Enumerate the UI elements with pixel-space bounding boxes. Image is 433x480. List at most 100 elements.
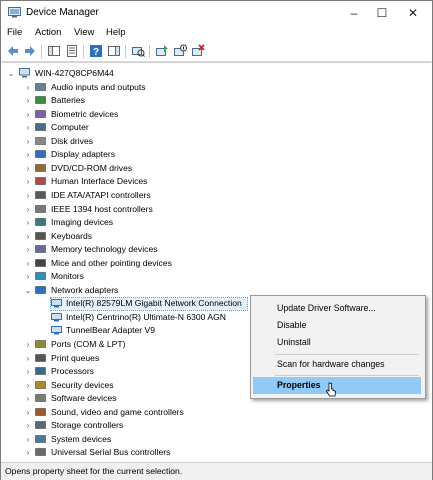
expand-chevron-icon[interactable]: › (24, 189, 32, 202)
update-driver-menu-item[interactable]: Update Driver Software... (253, 300, 421, 317)
device-category-icon (35, 231, 46, 240)
tree-category[interactable]: › Mice and other pointing devices (5, 257, 265, 270)
menu-action[interactable]: Action (35, 27, 61, 38)
tree-category-label: Mice and other pointing devices (51, 257, 172, 268)
tree-category[interactable]: › Keyboards (5, 230, 265, 243)
expand-chevron-icon[interactable]: › (24, 352, 32, 365)
forward-icon[interactable] (23, 44, 37, 58)
expand-chevron-icon[interactable]: › (24, 81, 32, 94)
context-menu: Update Driver Software... Disable Uninst… (250, 295, 426, 399)
menu-bar: File Action View Help (1, 25, 432, 42)
title-bar: Device Manager – ☐ ✕ (1, 1, 432, 25)
expand-chevron-icon[interactable]: › (24, 406, 32, 419)
collapse-chevron-icon[interactable]: ⌄ (24, 284, 32, 297)
toolbar-separator (41, 45, 42, 58)
expand-chevron-icon[interactable]: › (24, 108, 32, 121)
expand-chevron-icon[interactable]: › (24, 338, 32, 351)
tree-category[interactable]: › Audio inputs and outputs (5, 81, 265, 94)
tree-category-label: System devices (51, 433, 112, 444)
menu-help[interactable]: Help (106, 27, 126, 38)
tree-category[interactable]: › Universal Serial Bus controllers (5, 446, 265, 459)
expand-chevron-icon[interactable]: › (24, 257, 32, 270)
expand-chevron-icon[interactable]: › (24, 419, 32, 432)
show-hide-console-tree-icon[interactable] (47, 44, 61, 58)
expand-chevron-icon[interactable]: › (24, 446, 32, 459)
expand-chevron-icon[interactable]: › (24, 230, 32, 243)
collapse-chevron-icon[interactable]: ⌄ (7, 67, 15, 80)
uninstall-device-icon[interactable] (191, 44, 205, 58)
tree-category[interactable]: › Ports (COM & LPT) (5, 338, 265, 351)
tree-category-label: Print queues (51, 352, 100, 363)
expand-chevron-icon[interactable]: › (24, 365, 32, 378)
tree-category[interactable]: › Display adapters (5, 148, 265, 161)
expand-chevron-icon[interactable]: › (24, 392, 32, 405)
disable-device-icon[interactable] (173, 44, 187, 58)
tree-root[interactable]: ⌄ WIN-427Q8CP6M44 (5, 67, 205, 80)
expand-chevron-icon[interactable]: › (24, 121, 32, 134)
disable-menu-item[interactable]: Disable (253, 317, 421, 334)
tree-category[interactable]: › Software devices (5, 392, 265, 405)
tree-category[interactable]: › IEEE 1394 host controllers (5, 203, 265, 216)
tree-device[interactable]: Intel(R) Centrino(R) Ultimate-N 6300 AGN (5, 311, 265, 324)
tree-category[interactable]: › Monitors (5, 270, 265, 283)
expand-chevron-icon[interactable]: › (24, 135, 32, 148)
close-button[interactable]: ✕ (398, 1, 428, 25)
minimize-button[interactable]: – (339, 1, 369, 25)
menu-separator (275, 375, 419, 376)
help-icon[interactable]: ? (89, 44, 103, 58)
tree-category[interactable]: › Computer (5, 121, 265, 134)
network-adapter-icon (51, 299, 62, 308)
expand-chevron-icon[interactable]: › (24, 243, 32, 256)
expand-chevron-icon[interactable]: › (24, 162, 32, 175)
properties-icon[interactable] (65, 44, 79, 58)
device-category-icon (35, 286, 46, 294)
tree-category-label: Keyboards (51, 230, 93, 241)
action-pane-icon[interactable] (107, 44, 121, 58)
menu-file[interactable]: File (7, 27, 22, 38)
device-category-icon (35, 340, 46, 348)
tree-category-label: Universal Serial Bus controllers (51, 447, 171, 458)
expand-chevron-icon[interactable]: › (24, 379, 32, 392)
menu-view[interactable]: View (74, 27, 94, 38)
expand-chevron-icon[interactable]: › (24, 203, 32, 216)
tree-category[interactable]: ⌄ Network adapters (5, 284, 265, 297)
tree-category[interactable]: › Biometric devices (5, 108, 265, 121)
expand-chevron-icon[interactable]: › (24, 270, 32, 283)
uninstall-menu-item[interactable]: Uninstall (253, 334, 421, 351)
scan-hardware-icon[interactable] (131, 44, 145, 58)
tree-category[interactable]: › Memory technology devices (5, 243, 265, 256)
device-category-icon (35, 408, 46, 416)
tree-category[interactable]: › DVD/CD-ROM drives (5, 162, 265, 175)
expand-chevron-icon[interactable]: › (24, 94, 32, 107)
computer-icon (19, 68, 30, 78)
tree-category[interactable]: › System devices (5, 433, 265, 446)
device-category-icon (35, 96, 46, 104)
tree-category[interactable]: › Print queues (5, 352, 265, 365)
maximize-button[interactable]: ☐ (367, 1, 397, 25)
toolbar: ? (1, 42, 432, 62)
tree-category[interactable]: › Processors (5, 365, 265, 378)
tree-category[interactable]: › Disk drives (5, 135, 265, 148)
tree-device[interactable]: TunnelBear Adapter V9 (5, 324, 265, 337)
back-icon[interactable] (6, 44, 20, 58)
tree-category[interactable]: › Batteries (5, 94, 265, 107)
expand-chevron-icon[interactable]: › (24, 175, 32, 188)
tree-category[interactable]: › Sound, video and game controllers (5, 406, 265, 419)
update-driver-icon[interactable] (155, 44, 169, 58)
tree-device-label: Intel(R) 82579LM Gigabit Network Connect… (66, 298, 242, 309)
selected-device[interactable]: Intel(R) 82579LM Gigabit Network Connect… (5, 297, 265, 310)
tree-category[interactable]: › Security devices (5, 379, 265, 392)
expand-chevron-icon[interactable]: › (24, 433, 32, 446)
expand-chevron-icon[interactable]: › (24, 216, 32, 229)
menu-item-label: Update Driver Software... (277, 303, 376, 313)
tree-category[interactable]: › Storage controllers (5, 419, 265, 432)
device-manager-app-icon (8, 7, 21, 18)
tree-category-label: Memory technology devices (51, 244, 158, 255)
tree-category[interactable]: › IDE ATA/ATAPI controllers (5, 189, 265, 202)
tree-category[interactable]: › Human Interface Devices (5, 175, 265, 188)
device-tree[interactable]: ⌄ WIN-427Q8CP6M44 › Audio inputs and out… (2, 62, 431, 463)
expand-chevron-icon[interactable]: › (24, 148, 32, 161)
tree-category[interactable]: › Imaging devices (5, 216, 265, 229)
properties-menu-item[interactable]: Properties (253, 377, 421, 394)
scan-hardware-menu-item[interactable]: Scan for hardware changes (253, 356, 421, 373)
